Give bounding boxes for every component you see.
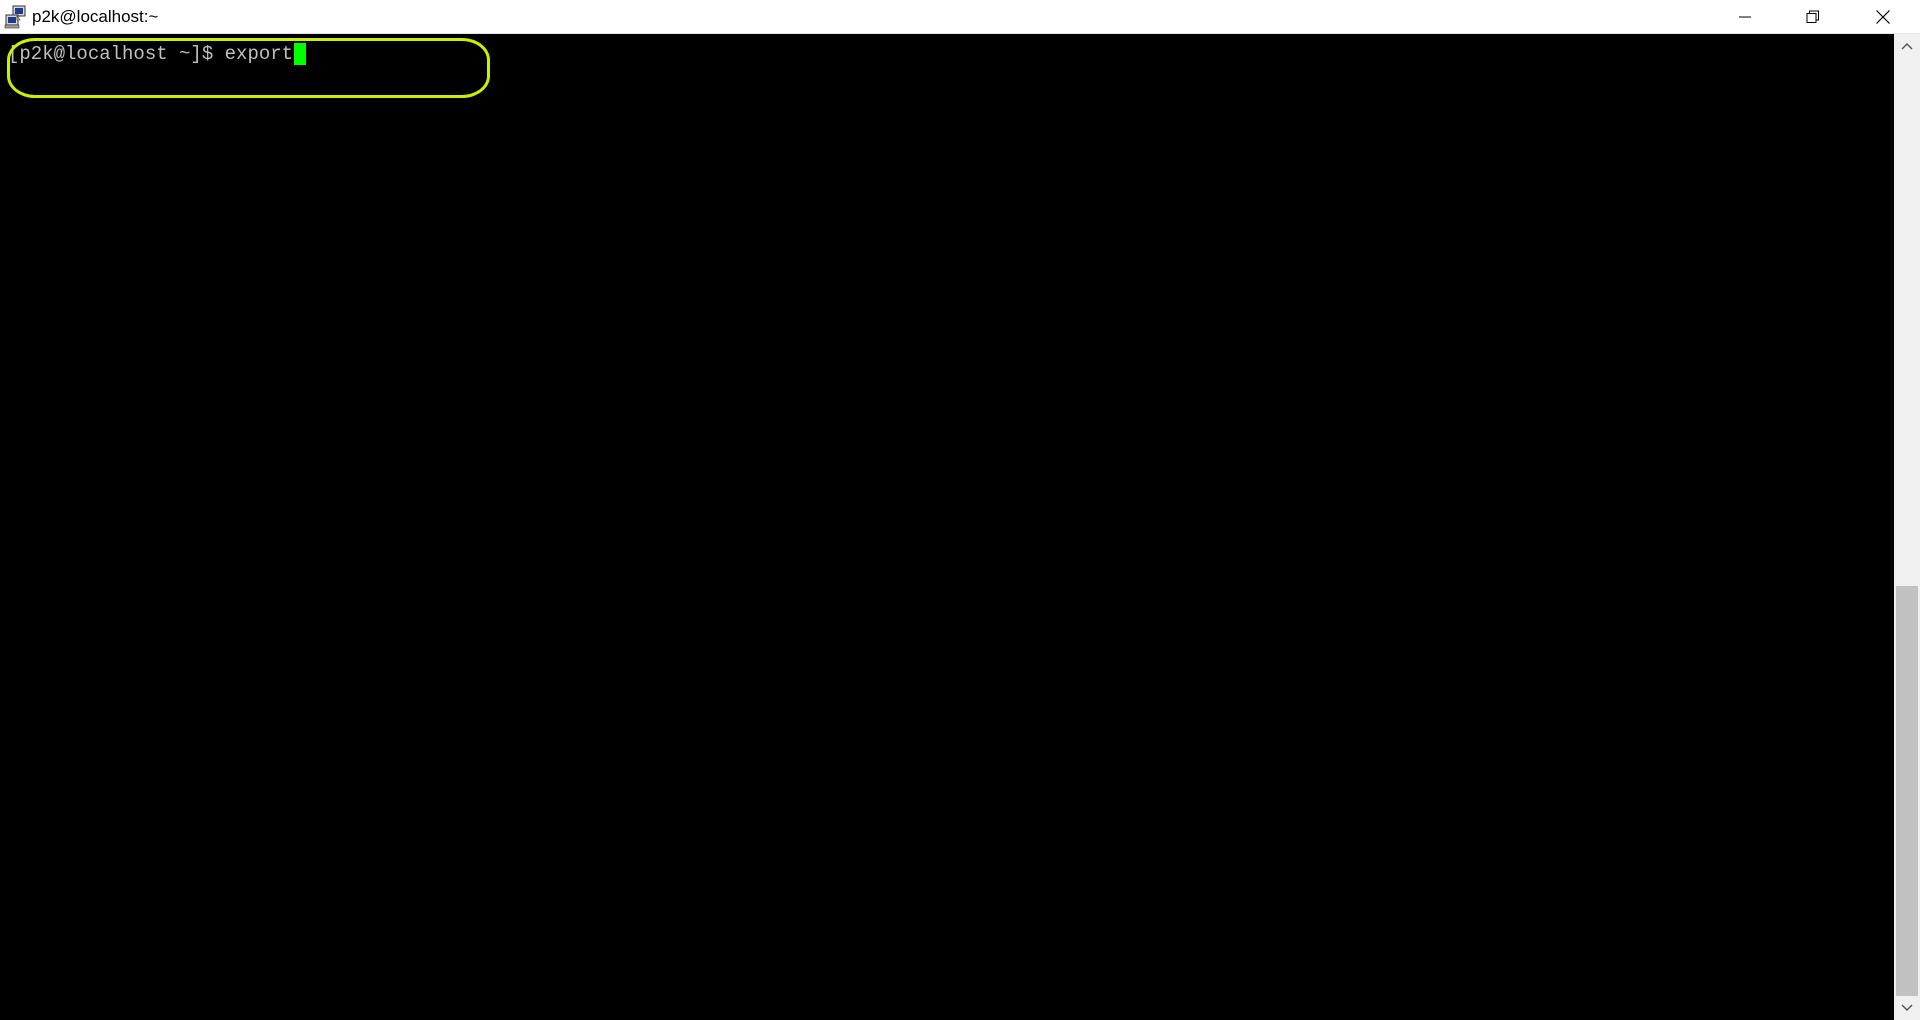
terminal-window: p2k@localhost:~ [p2k@localhost ~]$ expor…: [0, 0, 1920, 1020]
minimize-button[interactable]: [1710, 0, 1780, 33]
window-title: p2k@localhost:~: [32, 7, 159, 26]
scroll-up-button[interactable]: [1894, 34, 1920, 58]
chevron-up-icon: [1901, 43, 1913, 50]
close-button[interactable]: [1848, 0, 1918, 33]
terminal-area[interactable]: [p2k@localhost ~]$ export: [0, 34, 1894, 1020]
vertical-scrollbar[interactable]: [1894, 34, 1920, 1020]
chevron-down-icon: [1901, 1004, 1913, 1011]
terminal-prompt-line[interactable]: [p2k@localhost ~]$ export: [8, 42, 307, 66]
putty-icon[interactable]: [4, 5, 28, 29]
shell-prompt: [p2k@localhost ~]$: [8, 43, 225, 65]
text-cursor: [294, 43, 307, 65]
title-bar[interactable]: p2k@localhost:~: [0, 0, 1920, 34]
typed-command: export: [224, 43, 294, 65]
restore-button[interactable]: [1778, 0, 1848, 33]
scroll-down-button[interactable]: [1894, 996, 1920, 1020]
close-icon: [1876, 9, 1890, 24]
restore-icon: [1806, 10, 1819, 23]
minimize-icon: [1739, 16, 1751, 17]
scrollbar-thumb[interactable]: [1896, 586, 1918, 996]
